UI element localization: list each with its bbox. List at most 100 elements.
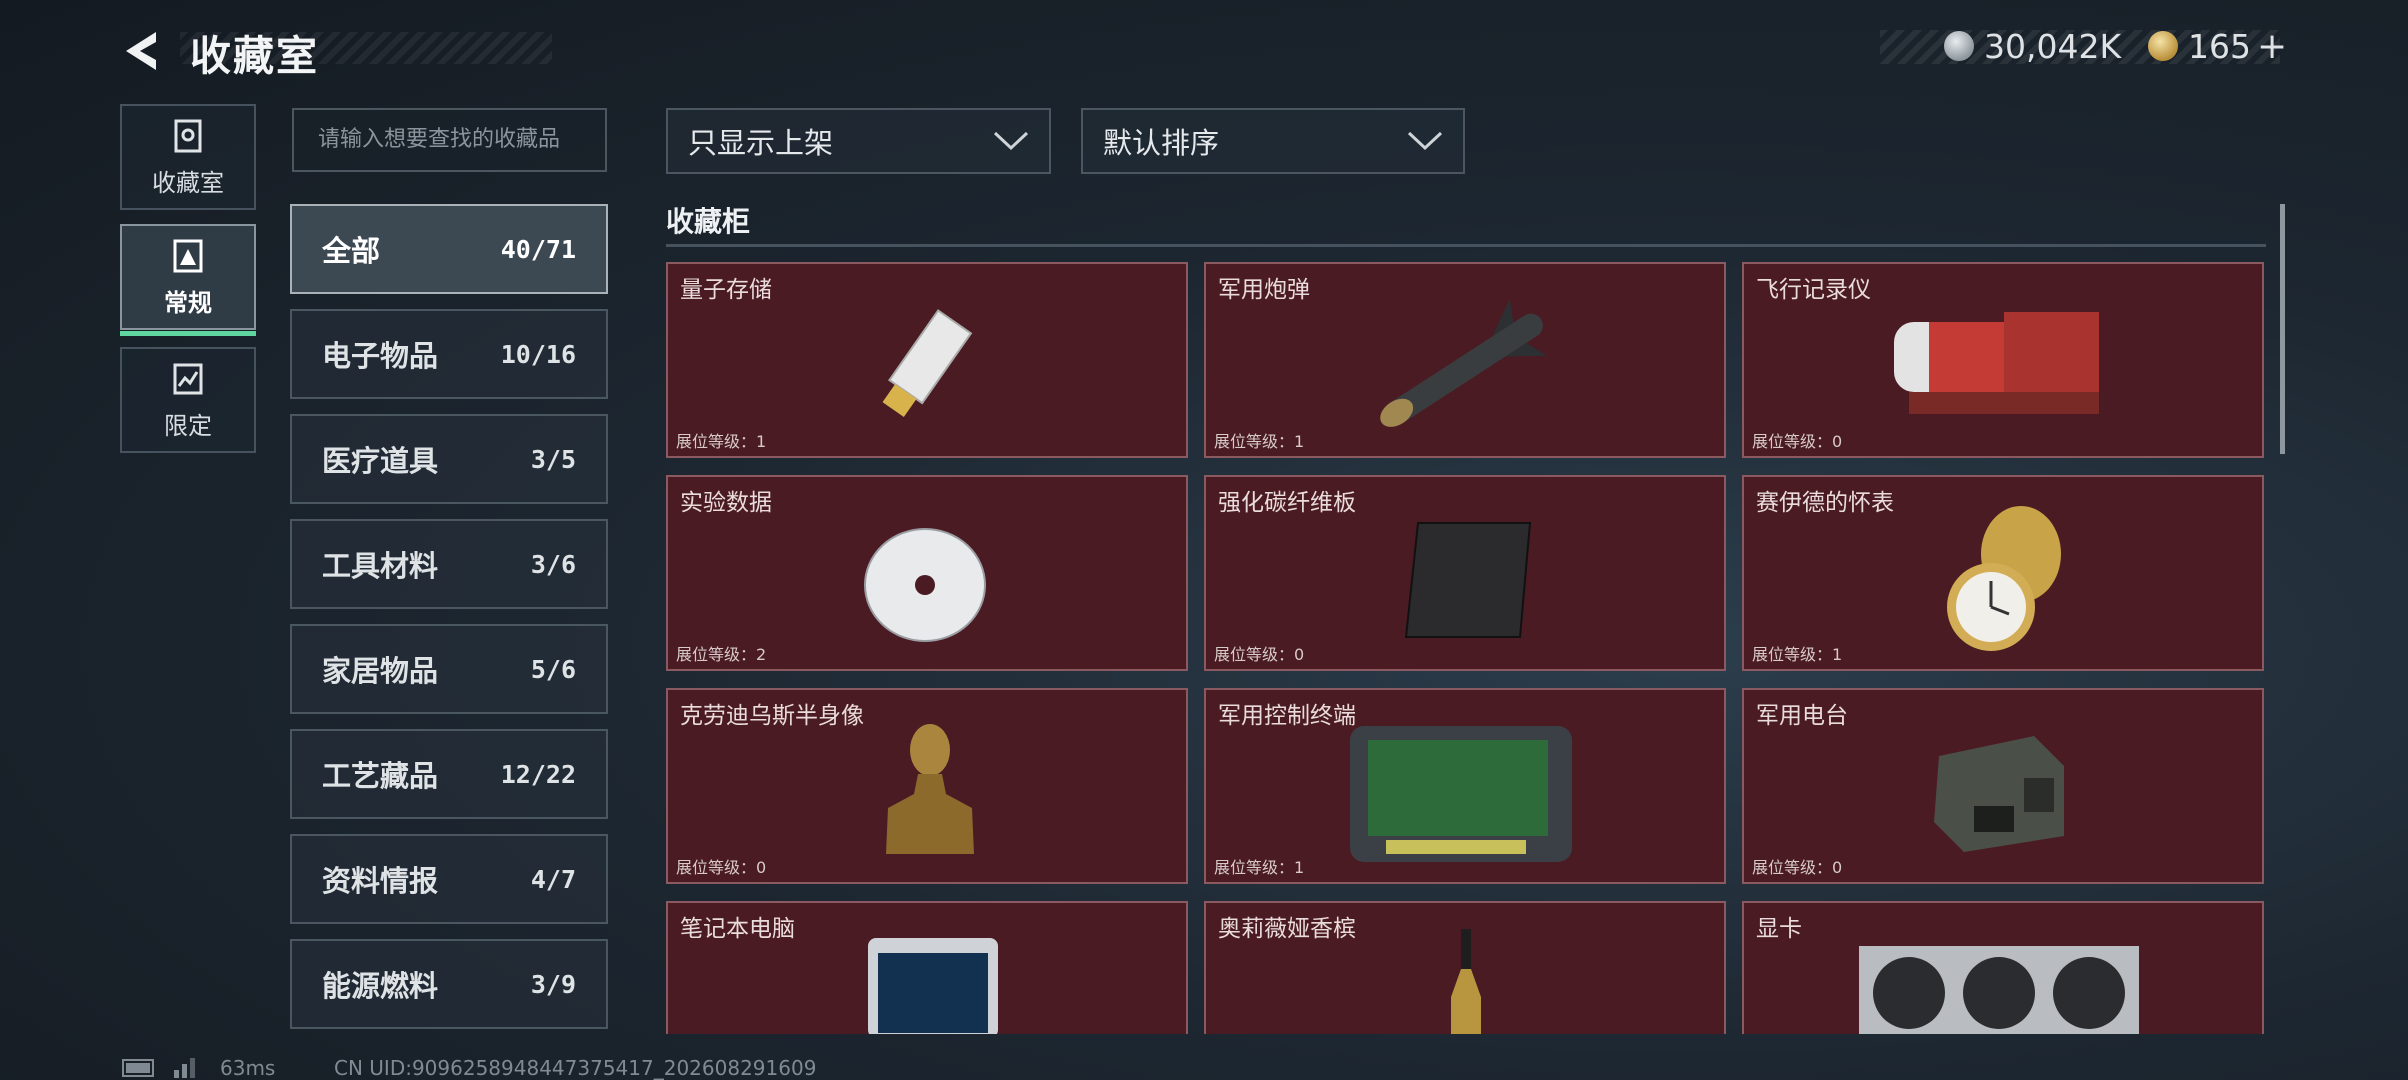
item-name: 克劳迪乌斯半身像 (680, 703, 864, 729)
item-name: 量子存储 (680, 277, 772, 303)
display-filter-value: 只显示上架 (688, 126, 834, 160)
category-tools[interactable]: 工具材料 3/6 (290, 519, 608, 609)
section-title: 收藏柜 (666, 205, 751, 238)
collection-card[interactable]: 克劳迪乌斯半身像 展位等级：0 (666, 688, 1188, 884)
collection-search-input[interactable]: 请输入想要查找的收藏品 (292, 108, 607, 172)
gold-amount: 165 (2188, 26, 2251, 66)
collection-card[interactable]: 军用控制终端 展位等级：1 (1204, 688, 1726, 884)
item-name: 笔记本电脑 (680, 916, 795, 942)
section-divider (666, 244, 2266, 247)
collection-card[interactable]: 飞行记录仪 展位等级：0 (1742, 262, 2264, 458)
grid-scrollbar[interactable] (2280, 204, 2285, 454)
silver-currency: 30,042K (1944, 26, 2122, 66)
category-count: 12/22 (500, 759, 576, 789)
gold-currency: 165 + (2148, 26, 2287, 67)
item-level: 展位等级：0 (1214, 645, 1305, 664)
category-crafts[interactable]: 工艺藏品 12/22 (290, 729, 608, 819)
collection-card[interactable]: 军用炮弹 展位等级：1 (1204, 262, 1726, 458)
collection-grid: 量子存储 展位等级：1 军用炮弹 展位等级：1 飞行记录仪 展位等级：0 实验数… (666, 262, 2264, 1034)
category-label: 电子物品 (322, 339, 439, 373)
category-label: 家居物品 (322, 654, 439, 688)
signal-icon (174, 1058, 195, 1078)
user-uid: CN UID:9096258948447375417_202608291609 (334, 1056, 817, 1080)
item-name: 实验数据 (680, 490, 772, 516)
category-count: 3/6 (530, 549, 576, 579)
sort-value: 默认排序 (1103, 126, 1220, 160)
item-name: 军用控制终端 (1218, 703, 1356, 729)
item-level: 展位等级：0 (676, 858, 767, 877)
item-level: 展位等级：0 (1752, 432, 1843, 451)
category-household[interactable]: 家居物品 5/6 (290, 624, 608, 714)
bust-icon (886, 724, 974, 854)
item-level: 展位等级：2 (676, 645, 767, 664)
category-label: 全部 (322, 234, 381, 268)
chevron-down-icon (993, 131, 1029, 151)
disc-icon (864, 528, 986, 642)
item-name: 军用电台 (1756, 703, 1848, 729)
page-title: 收藏室 (190, 32, 319, 80)
nav-tab-vault[interactable]: 收藏室 (120, 104, 256, 210)
category-energy[interactable]: 能源燃料 3/9 (290, 939, 608, 1029)
collection-card[interactable]: 笔记本电脑 (666, 901, 1188, 1034)
category-count: 5/6 (530, 654, 576, 684)
item-level: 展位等级：1 (676, 432, 767, 451)
ping-readout: 63ms (220, 1056, 276, 1080)
item-name: 显卡 (1756, 916, 1802, 942)
usb-drive-icon (882, 309, 973, 418)
display-filter-dropdown[interactable]: 只显示上架 (666, 108, 1051, 174)
item-name: 军用炮弹 (1218, 277, 1310, 303)
collection-card[interactable]: 显卡 (1742, 901, 2264, 1034)
collection-card[interactable]: 强化碳纤维板 展位等级：0 (1204, 475, 1726, 671)
active-indicator (120, 331, 256, 336)
add-currency-button[interactable]: + (2257, 26, 2287, 67)
item-level: 展位等级：0 (1752, 858, 1843, 877)
category-label: 工具材料 (322, 549, 439, 583)
item-name: 赛伊德的怀表 (1756, 490, 1894, 516)
laptop-icon (868, 938, 998, 1034)
category-intel[interactable]: 资料情报 4/7 (290, 834, 608, 924)
collection-card[interactable]: 量子存储 展位等级：1 (666, 262, 1188, 458)
sort-dropdown[interactable]: 默认排序 (1081, 108, 1465, 174)
item-name: 奥莉薇娅香槟 (1218, 916, 1356, 942)
vault-icon (174, 119, 202, 152)
back-arrow-icon[interactable] (118, 26, 168, 76)
control-terminal-icon (1350, 726, 1572, 862)
limited-icon (173, 363, 203, 394)
category-electronics[interactable]: 电子物品 10/16 (290, 309, 608, 399)
nav-tab-label: 收藏室 (152, 168, 224, 197)
category-count: 3/5 (530, 444, 576, 474)
silver-amount: 30,042K (1984, 26, 2122, 66)
nav-tab-regular[interactable]: 常规 (120, 224, 256, 336)
item-level: 展位等级：1 (1752, 645, 1843, 664)
nav-tab-label: 限定 (164, 411, 212, 440)
category-label: 资料情报 (322, 864, 439, 898)
gold-coin-icon (2148, 31, 2178, 61)
nav-tab-label: 常规 (164, 288, 212, 317)
radio-icon (1934, 736, 2064, 852)
category-medical[interactable]: 医疗道具 3/5 (290, 414, 608, 504)
category-label: 能源燃料 (322, 969, 439, 1003)
category-label: 工艺藏品 (322, 759, 439, 793)
category-all[interactable]: 全部 40/71 (290, 204, 608, 294)
nav-tab-limited[interactable]: 限定 (120, 347, 256, 453)
item-level: 展位等级：1 (1214, 432, 1305, 451)
pocket-watch-icon (1947, 506, 2061, 651)
category-count: 40/71 (500, 234, 576, 264)
search-placeholder: 请输入想要查找的收藏品 (318, 127, 561, 152)
battery-icon (122, 1059, 154, 1077)
collection-card[interactable]: 军用电台 展位等级：0 (1742, 688, 2264, 884)
item-name: 强化碳纤维板 (1218, 490, 1356, 516)
regular-icon (173, 239, 203, 272)
category-count: 10/16 (500, 339, 576, 369)
collection-card[interactable]: 赛伊德的怀表 展位等级：1 (1742, 475, 2264, 671)
chevron-down-icon (1407, 131, 1443, 151)
collection-card[interactable]: 实验数据 展位等级：2 (666, 475, 1188, 671)
category-count: 3/9 (530, 969, 576, 999)
silver-coin-icon (1944, 31, 1974, 61)
flight-recorder-icon (1894, 312, 2099, 414)
collection-card[interactable]: 奥莉薇娅香槟 (1204, 901, 1726, 1034)
category-count: 4/7 (530, 864, 576, 894)
item-level: 展位等级：1 (1214, 858, 1305, 877)
champagne-icon (1451, 929, 1481, 1034)
carbon-plate-icon (1404, 522, 1532, 638)
